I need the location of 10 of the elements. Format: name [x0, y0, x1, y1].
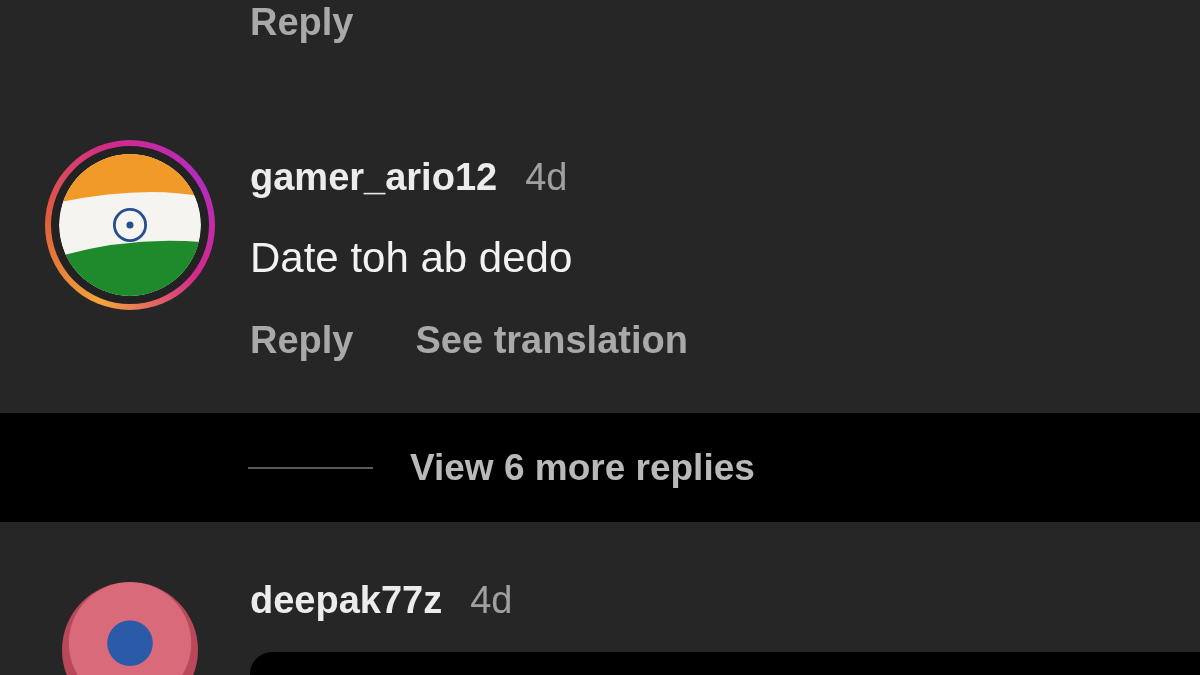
reply-button[interactable]: Reply: [250, 318, 354, 362]
username[interactable]: deepak77z: [250, 578, 443, 622]
timestamp: 4d: [470, 578, 513, 622]
comment-text: Date toh ab dedo: [250, 236, 574, 280]
flag-avatar-icon: [51, 146, 209, 304]
translation-link[interactable]: See translation: [415, 318, 688, 362]
timestamp: 4d: [525, 155, 568, 199]
username[interactable]: gamer_ario12: [250, 155, 498, 199]
view-replies-button[interactable]: View 6 more replies: [410, 446, 755, 489]
reply-button[interactable]: Reply: [250, 0, 354, 44]
